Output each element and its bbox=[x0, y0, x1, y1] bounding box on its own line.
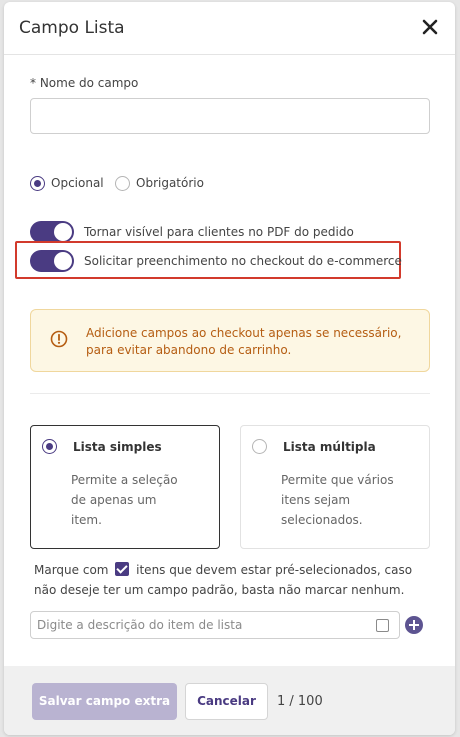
list-type-simple-card[interactable]: Lista simples Permite a seleção de apena… bbox=[30, 425, 220, 549]
list-simple-radio[interactable] bbox=[42, 439, 57, 454]
save-button[interactable]: Salvar campo extra bbox=[32, 683, 177, 720]
toggle-checkout[interactable] bbox=[30, 250, 74, 272]
field-name-label: * Nome do campo bbox=[30, 76, 139, 90]
toggle-row-checkout[interactable]: Solicitar preenchimento no checkout do e… bbox=[30, 250, 402, 272]
radio-optional[interactable]: Opcional bbox=[30, 174, 104, 192]
radio-required[interactable]: Obrigatório bbox=[115, 174, 204, 192]
radio-required-indicator[interactable] bbox=[115, 175, 130, 191]
preselect-note: Marque com itens que devem estar pré-sel… bbox=[34, 560, 430, 600]
list-item-input-wrapper bbox=[30, 611, 400, 639]
toggle-checkout-label: Solicitar preenchimento no checkout do e… bbox=[84, 254, 402, 268]
list-simple-description: Permite a seleção de apenas um item. bbox=[71, 473, 178, 527]
note-text-before: Marque com bbox=[34, 563, 109, 577]
radio-required-label: Obrigatório bbox=[136, 176, 204, 190]
list-item-input[interactable] bbox=[37, 616, 367, 634]
checkbox-checked-icon bbox=[115, 562, 130, 576]
list-type-multiple-card[interactable]: Lista múltipla Permite que vários itens … bbox=[240, 425, 430, 549]
campo-lista-dialog: Campo Lista * Nome do campo Opcional Obr… bbox=[4, 2, 455, 735]
list-multiple-description: Permite que vários itens sejam seleciona… bbox=[281, 473, 394, 527]
checkout-alert: Adicione campos ao checkout apenas se ne… bbox=[30, 309, 430, 372]
preselect-checkbox[interactable] bbox=[376, 619, 389, 632]
cancel-button[interactable]: Cancelar bbox=[185, 683, 268, 720]
list-multiple-radio[interactable] bbox=[252, 439, 267, 454]
dialog-footer: Salvar campo extra Cancelar 1 / 100 bbox=[4, 666, 455, 735]
warning-circle-icon bbox=[50, 330, 68, 348]
list-multiple-title: Lista múltipla bbox=[283, 440, 376, 454]
divider bbox=[30, 393, 430, 394]
radio-optional-label: Opcional bbox=[51, 176, 104, 190]
toggle-pdf-visible[interactable] bbox=[30, 221, 74, 243]
list-simple-title: Lista simples bbox=[73, 440, 162, 454]
toggle-pdf-visible-label: Tornar visível para clientes no PDF do p… bbox=[84, 225, 354, 239]
field-name-input[interactable] bbox=[30, 98, 430, 134]
toggle-row-pdf-visible[interactable]: Tornar visível para clientes no PDF do p… bbox=[30, 221, 354, 243]
add-item-plus-icon[interactable] bbox=[405, 616, 423, 634]
radio-optional-indicator[interactable] bbox=[30, 175, 45, 191]
dialog-header: Campo Lista bbox=[4, 2, 455, 55]
dialog-title: Campo Lista bbox=[19, 18, 125, 38]
close-icon[interactable] bbox=[419, 16, 441, 38]
alert-text: Adicione campos ao checkout apenas se ne… bbox=[86, 326, 402, 357]
item-counter: 1 / 100 bbox=[277, 694, 323, 709]
